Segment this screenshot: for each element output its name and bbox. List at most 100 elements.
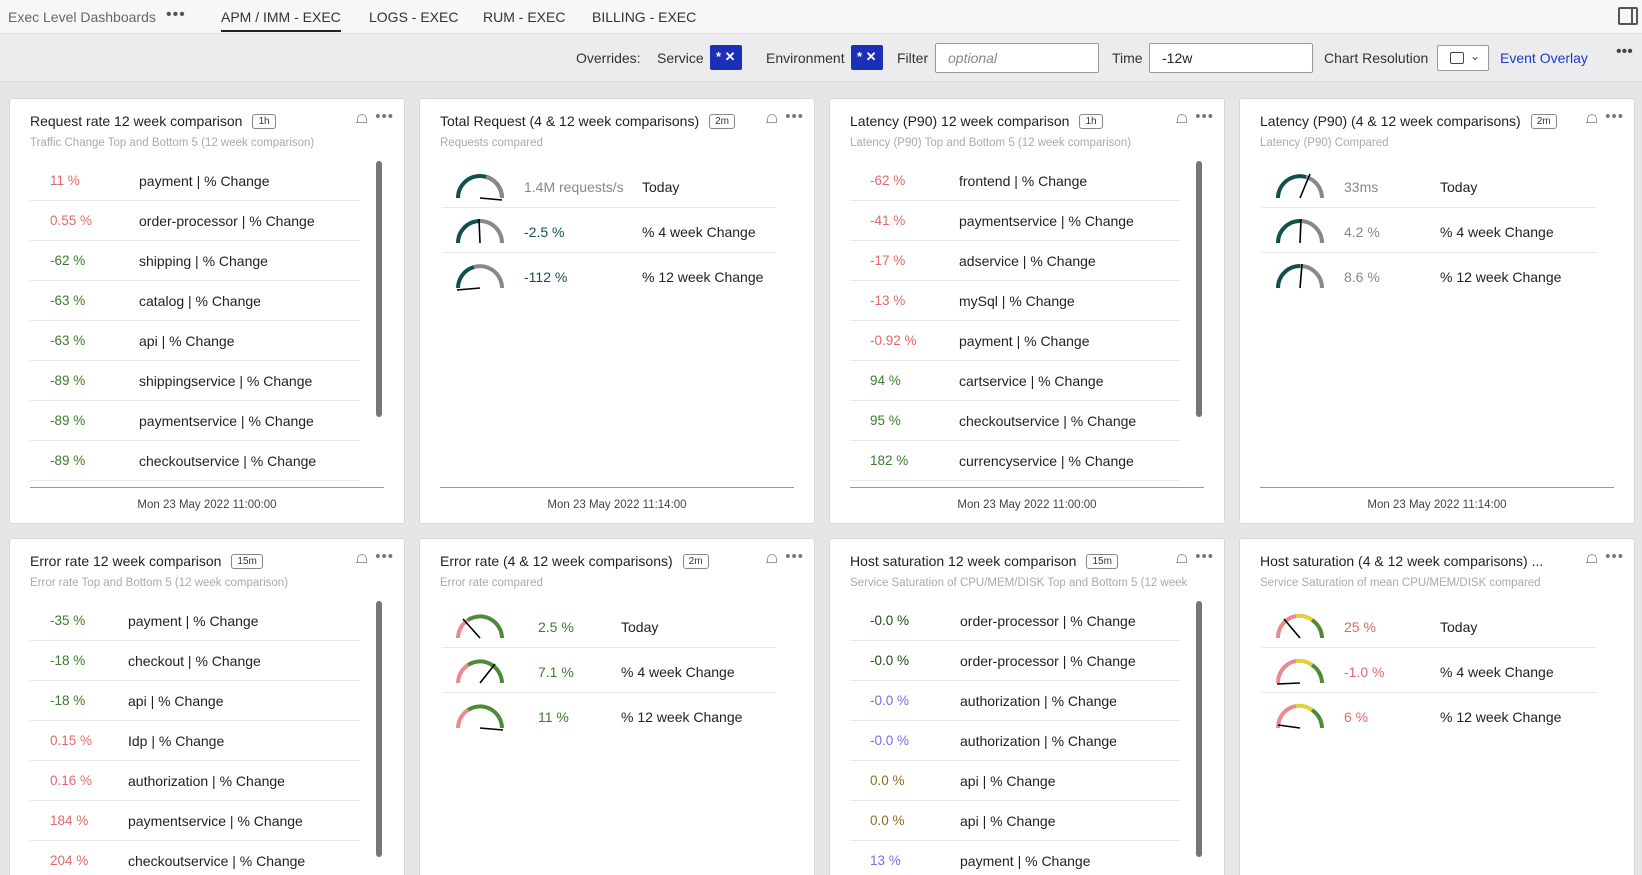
card-host-saturation-compare: Host saturation (4 & 12 week comparisons… — [1239, 538, 1635, 875]
service-filter-chip[interactable]: * ✕ — [710, 45, 742, 70]
tab-apm-imm-exec[interactable]: APM / IMM - EXEC — [221, 9, 341, 32]
tab-billing-exec[interactable]: BILLING - EXEC — [592, 9, 696, 25]
list-item: -0.92 % payment | % Change — [850, 321, 1180, 361]
scrollbar[interactable] — [376, 161, 382, 417]
row-value: -13 % — [870, 293, 906, 308]
time-input[interactable]: -12w — [1149, 43, 1313, 73]
list-item: 182 % currencyservice | % Change — [850, 441, 1180, 481]
card-more-icon[interactable]: ••• — [375, 548, 394, 565]
gauge-label: % 4 week Change — [1440, 224, 1554, 240]
list-item: -62 % shipping | % Change — [30, 241, 360, 281]
row-value: 11 % — [50, 173, 80, 188]
card-subtitle: Service Saturation of mean CPU/MEM/DISK … — [1260, 577, 1541, 589]
gauge-icon — [456, 174, 504, 201]
gauge-icon — [1275, 613, 1324, 639]
card-title[interactable]: Total Request (4 & 12 week comparisons) 2… — [440, 113, 736, 129]
gauge-label: Today — [1440, 179, 1478, 195]
filter-more-icon[interactable]: ••• — [1616, 43, 1633, 61]
row-label: payment | % Change — [128, 613, 259, 629]
card-title[interactable]: Host saturation 12 week comparison 15m — [850, 553, 1118, 569]
event-overlay-link[interactable]: Event Overlay — [1500, 50, 1588, 66]
divider — [1260, 487, 1614, 488]
row-value: -89 % — [50, 413, 86, 428]
card-title[interactable]: Latency (P90) (4 & 12 week comparisons) 2… — [1260, 113, 1557, 129]
resolution-badge: 1h — [252, 114, 276, 129]
card-more-icon[interactable]: ••• — [1195, 548, 1214, 565]
chart-resolution-label: Chart Resolution — [1324, 50, 1429, 66]
list-item: 11 % % 12 week Change — [442, 693, 776, 738]
list-item: -89 % checkoutservice | % Change — [30, 441, 360, 481]
card-title[interactable]: Latency (P90) 12 week comparison 1h — [850, 113, 1103, 129]
group-more-icon[interactable]: ••• — [166, 6, 186, 24]
timestamp: Mon 23 May 2022 11:00:00 — [957, 499, 1097, 511]
list-item: 95 % checkoutservice | % Change — [850, 401, 1180, 441]
row-label: currencyservice | % Change — [959, 453, 1134, 469]
list-item: 0.15 % Idp | % Change — [30, 721, 360, 761]
row-value: 0.16 % — [50, 773, 93, 788]
environment-filter-chip[interactable]: * ✕ — [851, 45, 883, 70]
bell-icon[interactable] — [1176, 554, 1187, 566]
bell-icon[interactable] — [356, 114, 367, 126]
filter-input[interactable]: optional — [935, 43, 1099, 73]
row-value: -0.0 % — [870, 653, 910, 668]
gauge-label: % 4 week Change — [642, 224, 756, 240]
row-value: 204 % — [50, 853, 89, 868]
card-more-icon[interactable]: ••• — [1605, 108, 1624, 125]
chevron-down-icon: ⌄ — [1470, 49, 1481, 63]
card-error-rate-12w: Error rate 12 week comparison 15m Error r… — [9, 538, 405, 875]
row-value: 0.15 % — [50, 733, 93, 748]
bell-icon[interactable] — [766, 114, 777, 126]
row-value: -41 % — [870, 213, 906, 228]
list-item: 184 % paymentservice | % Change — [30, 801, 360, 841]
card-title[interactable]: Error rate (4 & 12 week comparisons) 2m — [440, 553, 709, 569]
bell-icon[interactable] — [766, 554, 777, 566]
card-title[interactable]: Host saturation (4 & 12 week comparisons… — [1260, 553, 1543, 569]
list-item: 8.6 % % 12 week Change — [1262, 253, 1596, 298]
row-label: payment | % Change — [139, 173, 270, 189]
list: 11 % payment | % Change 0.55 % order-proce… — [30, 161, 360, 481]
gauge-value: 25 % — [1344, 619, 1376, 635]
tab-logs-exec[interactable]: LOGS - EXEC — [369, 9, 458, 25]
list-item: -0.0 % order-processor | % Change — [850, 601, 1180, 641]
gauge-icon — [1275, 658, 1324, 685]
gauge-value: 1.4M requests/s — [524, 179, 624, 195]
card-latency-12w: Latency (P90) 12 week comparison 1h Laten… — [829, 98, 1225, 524]
list-item: -63 % catalog | % Change — [30, 281, 360, 321]
row-label: adservice | % Change — [959, 253, 1096, 269]
bell-icon[interactable] — [1586, 554, 1597, 566]
card-more-icon[interactable]: ••• — [1195, 108, 1214, 125]
card-more-icon[interactable]: ••• — [785, 108, 804, 125]
dashboard-group-title[interactable]: Exec Level Dashboards — [8, 9, 156, 25]
card-more-icon[interactable]: ••• — [375, 108, 394, 125]
gauge-icon — [456, 704, 504, 731]
bell-icon[interactable] — [1176, 114, 1187, 126]
card-title[interactable]: Request rate 12 week comparison 1h — [30, 113, 276, 129]
time-label: Time — [1112, 50, 1143, 66]
card-subtitle: Error rate compared — [440, 577, 543, 589]
gauge-value: 4.2 % — [1344, 224, 1380, 240]
bell-icon[interactable] — [356, 554, 367, 566]
gauge-icon — [1276, 173, 1324, 199]
row-label: catalog | % Change — [139, 293, 261, 309]
gauge-label: % 12 week Change — [621, 709, 743, 725]
gauge-value: -2.5 % — [524, 224, 565, 240]
gauge-label: % 12 week Change — [1440, 269, 1562, 285]
row-value: -62 % — [870, 173, 906, 188]
scrollbar[interactable] — [1196, 161, 1202, 417]
row-label: checkoutservice | % Change — [959, 413, 1137, 429]
row-value: -63 % — [50, 293, 86, 308]
scrollbar[interactable] — [1196, 601, 1202, 857]
row-label: paymentservice | % Change — [959, 213, 1134, 229]
card-more-icon[interactable]: ••• — [1605, 548, 1624, 565]
side-panel-toggle-icon[interactable] — [1618, 7, 1638, 25]
card-more-icon[interactable]: ••• — [785, 548, 804, 565]
list-item: 6 % % 12 week Change — [1262, 693, 1596, 738]
bell-icon[interactable] — [1586, 114, 1597, 126]
tab-rum-exec[interactable]: RUM - EXEC — [483, 9, 565, 25]
list-item: 204 % checkoutservice | % Change — [30, 841, 360, 875]
list-item: 4.2 % % 4 week Change — [1262, 208, 1596, 253]
scrollbar[interactable] — [376, 601, 382, 857]
chart-resolution-dropdown[interactable]: ⌄ — [1437, 45, 1489, 71]
card-title[interactable]: Error rate 12 week comparison 15m — [30, 553, 263, 569]
gauge-value: 11 % — [538, 709, 569, 725]
